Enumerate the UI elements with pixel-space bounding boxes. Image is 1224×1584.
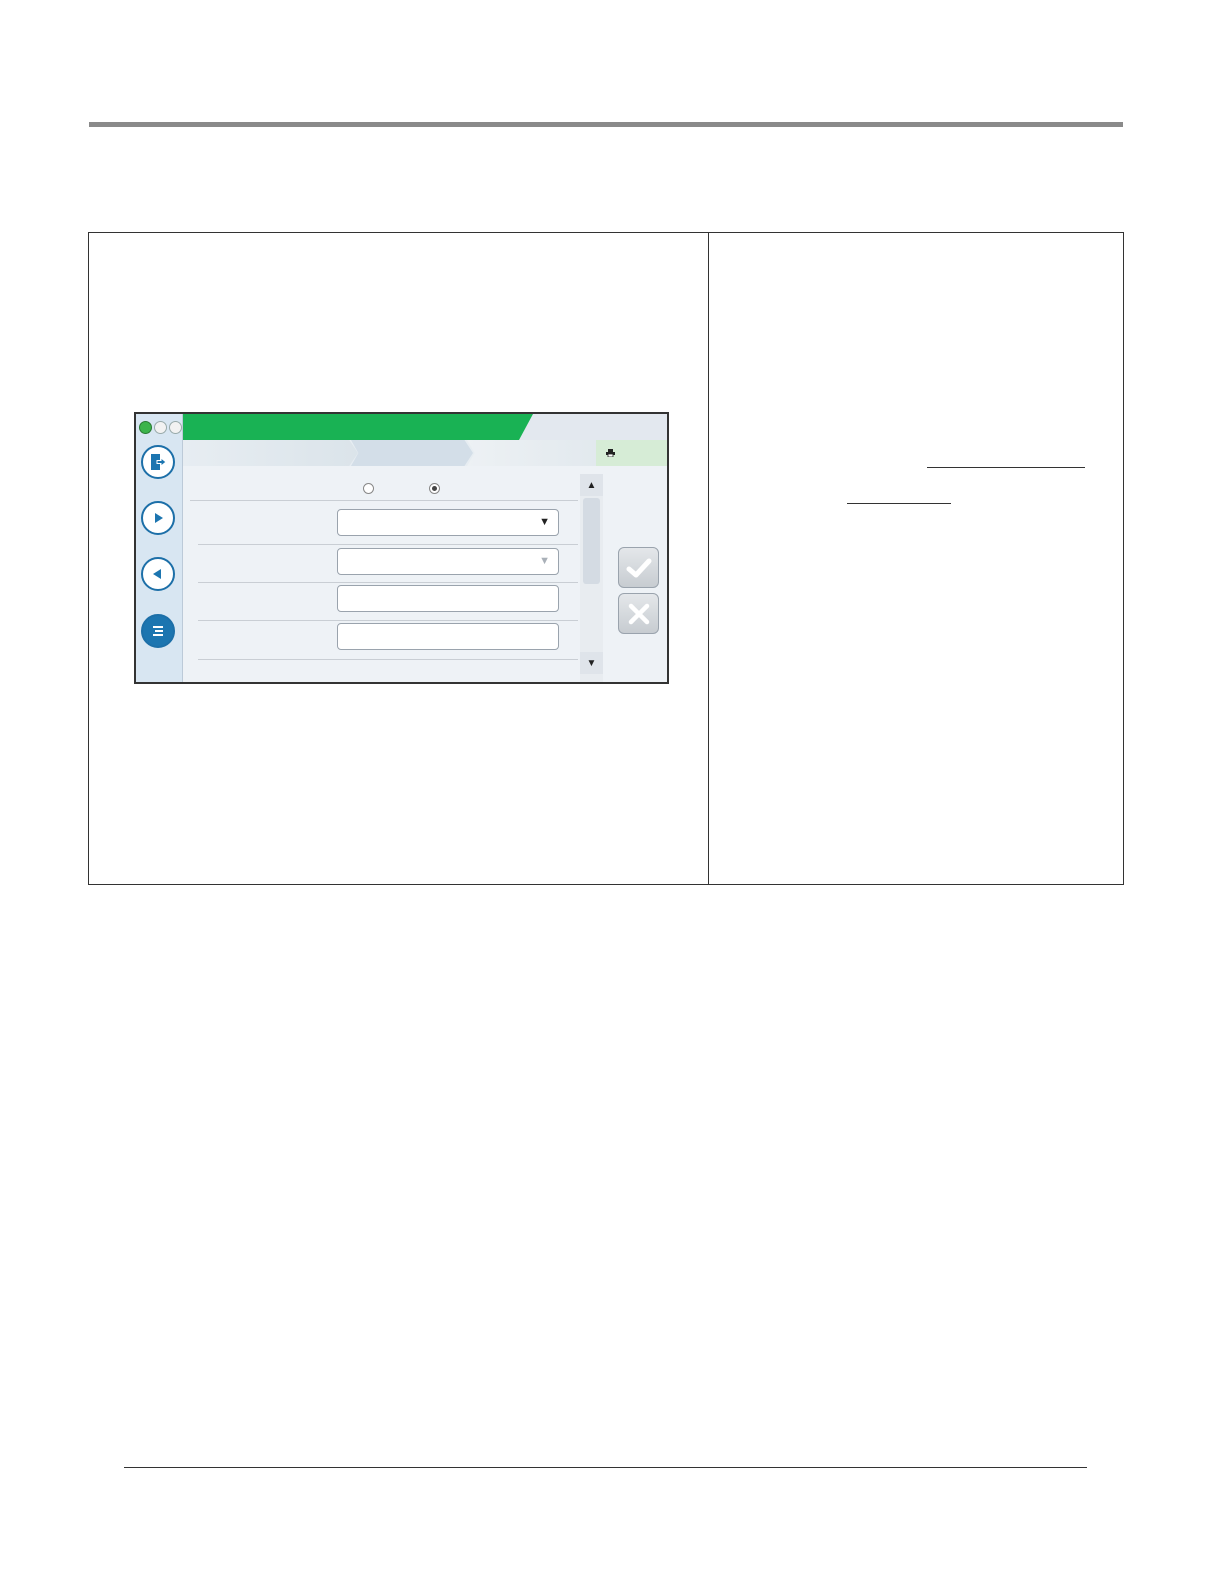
arrow-up-icon: ▲	[586, 479, 597, 491]
row-divider	[190, 500, 578, 501]
forward-button[interactable]	[141, 501, 175, 535]
scroll-up-button[interactable]: ▲	[580, 474, 603, 496]
text-field[interactable]	[337, 585, 559, 612]
dropdown-field[interactable]: ▼	[337, 509, 559, 536]
row-divider	[198, 544, 578, 545]
header-rule	[89, 122, 1123, 127]
play-back-icon	[153, 569, 161, 579]
cancel-button[interactable]	[618, 593, 659, 634]
green-light	[139, 421, 152, 434]
device-sidebar	[136, 414, 183, 682]
device-title-bar	[183, 414, 667, 440]
chevron-down-icon: ▼	[539, 555, 550, 567]
radio-option-2[interactable]	[429, 483, 440, 494]
footer-rule	[124, 1467, 1087, 1468]
device-screenshot: ▼ ▼ ▲ ▼	[134, 412, 669, 684]
breadcrumb-step[interactable]	[467, 440, 597, 466]
scrollbar-thumb[interactable]	[583, 498, 600, 584]
off-light	[169, 421, 182, 434]
breadcrumb-step[interactable]	[351, 440, 473, 466]
dropdown-field-disabled[interactable]: ▼	[337, 548, 559, 575]
menu-icon	[153, 626, 163, 636]
checkmark-icon	[626, 558, 651, 577]
title-bar-accent	[183, 414, 533, 440]
scroll-down-button[interactable]: ▼	[580, 652, 603, 674]
breadcrumb	[183, 440, 667, 466]
row-divider	[198, 659, 578, 660]
exit-button[interactable]	[141, 445, 175, 479]
breadcrumb-step[interactable]	[183, 440, 358, 466]
off-light	[154, 421, 167, 434]
radio-option-1[interactable]	[363, 483, 374, 494]
column-divider	[708, 233, 709, 884]
print-button[interactable]	[596, 440, 667, 466]
exit-icon	[151, 454, 167, 470]
text-field[interactable]	[337, 623, 559, 650]
printer-icon	[606, 449, 615, 457]
back-button[interactable]	[141, 557, 175, 591]
menu-button[interactable]	[141, 614, 175, 648]
close-icon	[628, 603, 649, 624]
cross-reference-link[interactable]	[847, 503, 951, 504]
row-divider	[198, 620, 578, 621]
row-divider	[198, 582, 578, 583]
status-lights	[139, 421, 182, 434]
play-forward-icon	[155, 513, 163, 523]
accept-button[interactable]	[618, 547, 659, 588]
arrow-down-icon: ▼	[586, 657, 597, 669]
chevron-down-icon: ▼	[539, 516, 550, 528]
cross-reference-link[interactable]	[927, 467, 1085, 468]
